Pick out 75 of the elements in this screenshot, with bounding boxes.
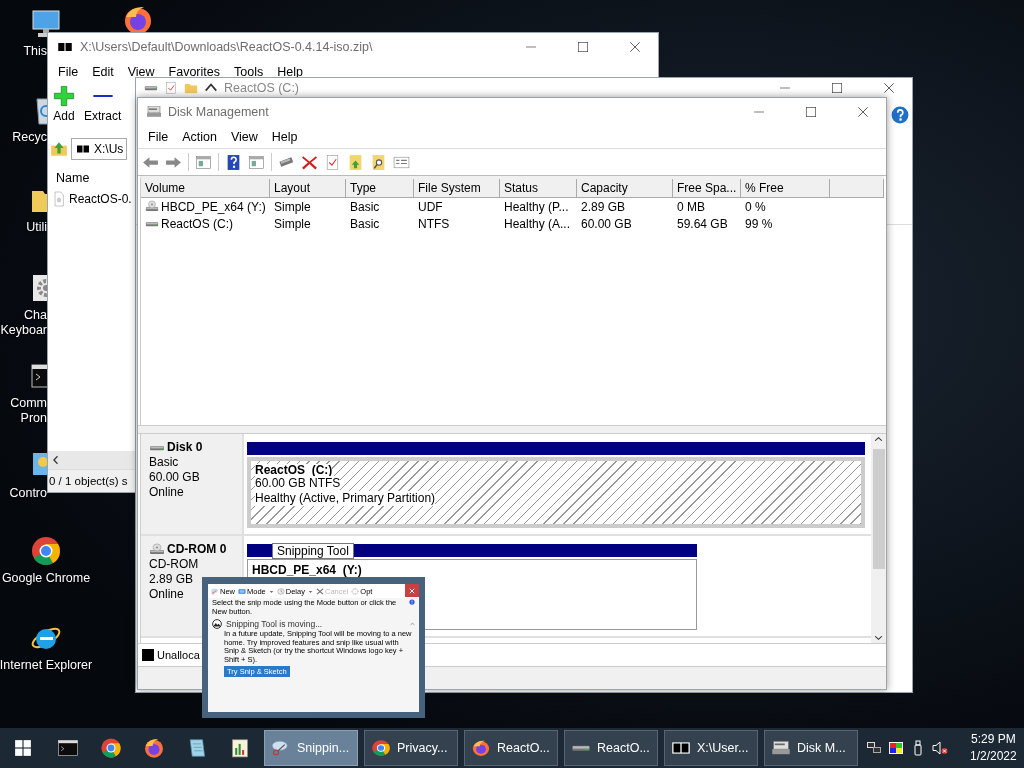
menu-item[interactable]: Help xyxy=(265,130,304,144)
clock-time[interactable]: 5:29 PM xyxy=(971,731,1016,748)
disk-info: 2.89 GB xyxy=(149,572,194,587)
column-header[interactable]: Capacity xyxy=(577,179,673,198)
file-name[interactable]: ReactOS-0. xyxy=(69,192,132,206)
taskbar-button[interactable]: Privacy... xyxy=(364,730,458,766)
table-cell[interactable]: ReactOS (C:) xyxy=(161,216,233,231)
toolbar-button[interactable]: Extract xyxy=(81,85,125,133)
address-text: X:\Us xyxy=(94,142,124,156)
window-title: Disk Management xyxy=(168,105,270,119)
column-header[interactable]: Volume xyxy=(141,179,270,198)
partition-info: 60.00 GB NTFS xyxy=(255,476,341,491)
tooltip: Snipping Tool xyxy=(272,543,354,559)
menu-item[interactable]: File xyxy=(142,130,175,144)
icon-label[interactable]: Cha Keyboar xyxy=(0,308,47,338)
icon-label[interactable]: Recyc xyxy=(0,130,47,145)
icon-label[interactable]: Comm Pron xyxy=(0,396,47,426)
column-header[interactable]: % Free xyxy=(741,179,830,198)
disk-info: Online xyxy=(149,587,184,602)
disk-name: Disk 0 xyxy=(167,440,203,455)
taskbar-button[interactable]: ReactO... xyxy=(564,730,658,766)
address-field[interactable]: X:\Us xyxy=(71,138,128,160)
window-title: ReactOS (C:) xyxy=(224,81,300,95)
table-cell-text: Basic xyxy=(349,198,381,215)
icon-label[interactable]: Contro xyxy=(0,486,47,501)
menu-item[interactable]: Edit xyxy=(86,65,120,79)
toolbar-button[interactable]: Add xyxy=(50,85,78,133)
column-header[interactable]: Status xyxy=(500,179,577,198)
partition-name: ReactOS (C:) xyxy=(255,464,333,476)
taskbar-button[interactable]: ReactO... xyxy=(464,730,558,766)
icon-label[interactable]: Utili xyxy=(0,220,47,235)
menu-item[interactable]: Tools xyxy=(228,65,270,79)
status-text: 0 / 1 object(s) s xyxy=(48,469,135,492)
legend-label: Unalloca xyxy=(157,649,200,661)
menu-item[interactable]: Action xyxy=(176,130,223,144)
table-cell-text: 59.64 GB xyxy=(676,215,729,232)
partition-block[interactable]: ReactOS (C:) 60.00 GB NTFS Healthy (Active, Primary Partition) xyxy=(247,457,865,528)
menu-item[interactable]: Help xyxy=(271,65,309,79)
table-cell-text: 99 % xyxy=(744,215,774,232)
taskbar-button[interactable]: Disk M... xyxy=(764,730,858,766)
table-cell-text: 2.89 GB xyxy=(580,198,627,215)
disk-name: CD-ROM 0 xyxy=(167,542,227,557)
menu-item[interactable]: File xyxy=(52,65,85,79)
menu-item[interactable]: View xyxy=(121,65,161,79)
menu-item[interactable]: Favorites xyxy=(162,65,226,79)
clock-date[interactable]: 1/2/2022 xyxy=(970,748,1017,765)
table-cell-text: Healthy (A... xyxy=(503,215,572,232)
table-cell-text: UDF xyxy=(417,198,444,215)
table-cell-text: 0 % xyxy=(744,198,767,215)
icon-label[interactable]: This xyxy=(0,44,47,59)
table-cell-text: Healthy (P... xyxy=(503,198,570,215)
icon-label[interactable]: Google Chrome xyxy=(1,571,91,586)
disk-info: Basic xyxy=(149,455,179,470)
table-cell-text: NTFS xyxy=(417,215,451,232)
menu-item[interactable]: View xyxy=(224,130,264,144)
disk-info: CD-ROM xyxy=(149,557,199,572)
column-header[interactable]: File System xyxy=(414,179,500,198)
partition-info: Healthy (Active, Primary Partition) xyxy=(255,491,436,506)
table-cell-text: Simple xyxy=(273,215,312,232)
column-header[interactable]: Type xyxy=(346,179,414,198)
table-cell-text: Simple xyxy=(273,198,312,215)
taskbar-button[interactable]: X:\User... xyxy=(664,730,758,766)
table-cell[interactable]: HBCD_PE_x64 (Y:) xyxy=(161,199,266,214)
table-cell-text: Basic xyxy=(349,215,381,232)
column-header[interactable]: Free Spa... xyxy=(673,179,741,198)
partition-name: HBCD_PE_x64 (Y:) xyxy=(252,564,362,576)
column-header[interactable]: Layout xyxy=(270,179,346,198)
column-header[interactable]: Name xyxy=(48,163,135,191)
table-cell-text: 60.00 GB xyxy=(580,215,633,232)
disk-info: 60.00 GB xyxy=(149,470,200,485)
icon-label[interactable]: Internet Explorer xyxy=(0,658,93,673)
disk-info: Online xyxy=(149,485,184,500)
taskbar-button[interactable]: Snippin... xyxy=(264,730,358,766)
window-title: X:\Users\Default\Downloads\ReactOS-0.4.14-iso.zip\ xyxy=(80,40,374,54)
table-cell-text: 0 MB xyxy=(676,198,706,215)
